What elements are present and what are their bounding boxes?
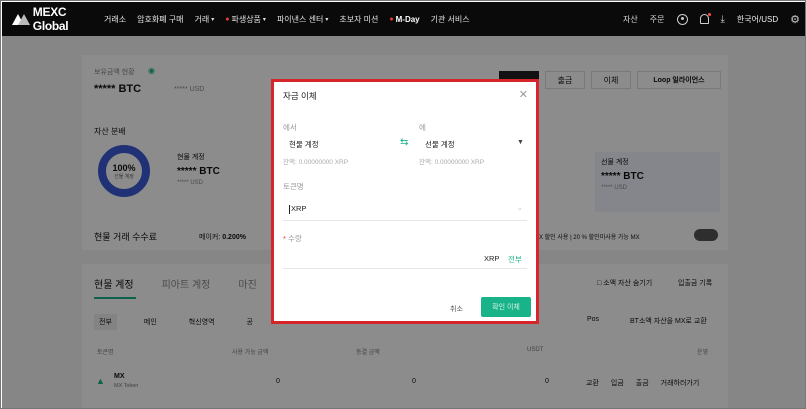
text-cursor	[289, 204, 290, 214]
nav-item-label: 파생상품	[231, 14, 261, 24]
nav-item-3[interactable]: ● 파생상품 ▾	[225, 14, 266, 25]
nav-item-4[interactable]: 파이낸스 센터 ▾	[277, 14, 328, 25]
nav-item-label: 파이낸스 센터	[276, 14, 324, 24]
from-label: 에서	[283, 123, 297, 132]
user-icon[interactable]	[676, 13, 688, 25]
amount-input[interactable]	[283, 246, 483, 260]
chevron-down-icon: ▾	[211, 16, 215, 23]
token-chevron-down-icon[interactable]: ⌄	[517, 204, 523, 212]
nav-item-label: 거래	[194, 14, 210, 24]
from-account[interactable]: 현물 계정	[289, 139, 319, 150]
flame-icon: ●	[389, 15, 394, 23]
amount-underline	[283, 268, 527, 269]
nav-item-label: M-Day	[395, 14, 420, 24]
required-marker: *	[283, 234, 286, 243]
token-label: 토큰명	[283, 182, 304, 191]
nav-item-label: 초보자 미션	[339, 14, 379, 24]
token-underline	[283, 220, 527, 221]
bell-icon[interactable]	[699, 13, 711, 24]
to-account-chevron-down-icon[interactable]: ▼	[517, 139, 524, 146]
to-balance: 잔액: 0.00000000 XRP	[419, 159, 485, 166]
nav-item-label: 암호화폐 구매	[137, 14, 184, 24]
close-icon[interactable]: ✕	[519, 88, 528, 101]
logo[interactable]: MEXC Global	[12, 5, 104, 33]
mexc-logo-icon	[12, 13, 30, 25]
chevron-down-icon: ▾	[325, 16, 329, 23]
top-nav: MEXC Global 거래소 암호화폐 구매 거래 ▾ ● 파생상품 ▾ 파이낸스 센터 ▾ 초…	[2, 2, 805, 36]
confirm-transfer-button[interactable]: 확인 이체	[481, 297, 531, 317]
nav-right: 자산 주문 ⤓ 한국어/USD ⚙	[611, 2, 800, 36]
modal-title: 자금 이체	[283, 91, 317, 101]
nav-menu: 거래소 암호화폐 구매 거래 ▾ ● 파생상품 ▾ 파이낸스 센터 ▾ 초보자 미션 ● M-Day 기…	[104, 14, 481, 25]
app-frame: MEXC Global 거래소 암호화폐 구매 거래 ▾ ● 파생상품 ▾ 파이낸스 센터 ▾ 초…	[0, 0, 806, 409]
download-icon[interactable]: ⤓	[721, 14, 725, 25]
transfer-modal: 자금 이체 ✕ 에서 현물 계정 잔액: 0.00000000 XRP ⇆ 에 …	[271, 79, 539, 324]
amount-unit: XRP	[484, 254, 500, 263]
to-account[interactable]: 선물 계정	[425, 139, 455, 150]
swap-icon[interactable]: ⇆	[400, 137, 408, 148]
chevron-down-icon: ▾	[262, 16, 266, 23]
token-value: XRP	[291, 204, 307, 213]
nav-item-2[interactable]: 거래 ▾	[194, 14, 214, 25]
nav-item-label: 기관 서비스	[430, 14, 470, 24]
nav-item-1[interactable]: 암호화폐 구매	[137, 14, 183, 25]
cancel-button[interactable]: 취소	[450, 304, 463, 314]
nav-orders[interactable]: 주문	[650, 14, 665, 25]
gear-icon[interactable]: ⚙	[790, 13, 800, 26]
nav-item-7[interactable]: 기관 서비스	[431, 14, 470, 25]
amount-label: * 수량	[283, 234, 302, 243]
nav-assets[interactable]: 자산	[623, 14, 638, 25]
nav-item-6[interactable]: ● M-Day	[389, 15, 419, 24]
logo-text: MEXC Global	[32, 5, 69, 33]
nav-item-0[interactable]: 거래소	[104, 14, 126, 25]
flame-icon: ●	[225, 15, 230, 23]
nav-item-label: 거래소	[104, 14, 127, 24]
to-label: 에	[419, 123, 426, 132]
from-balance: 잔액: 0.00000000 XRP	[283, 159, 349, 166]
nav-item-5[interactable]: 초보자 미션	[339, 14, 378, 25]
amount-all-button[interactable]: 전부	[508, 254, 522, 265]
token-select[interactable]: XRP	[289, 204, 306, 214]
language-selector[interactable]: 한국어/USD	[737, 14, 778, 25]
